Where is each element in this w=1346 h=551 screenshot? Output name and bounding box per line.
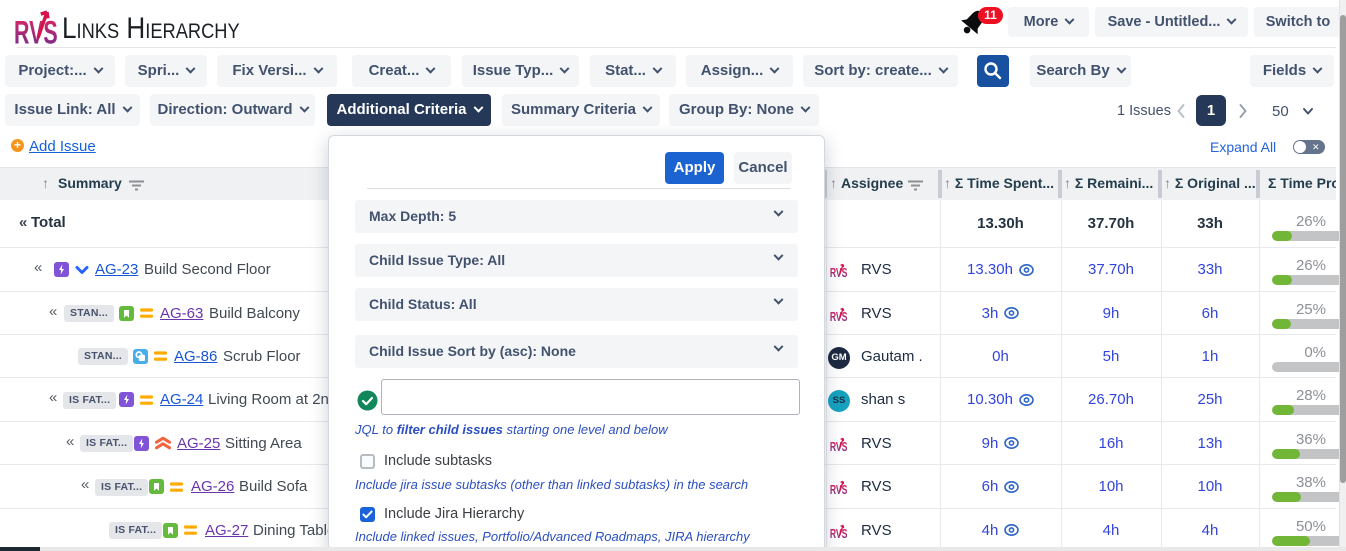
svg-text:RVS: RVS (830, 266, 848, 279)
svg-text:RVS: RVS (830, 440, 848, 453)
svg-text:RVS: RVS (830, 527, 848, 540)
svg-text:RVS: RVS (830, 310, 848, 323)
svg-text:RVS: RVS (830, 483, 848, 496)
svg-text:RVS: RVS (14, 14, 58, 48)
